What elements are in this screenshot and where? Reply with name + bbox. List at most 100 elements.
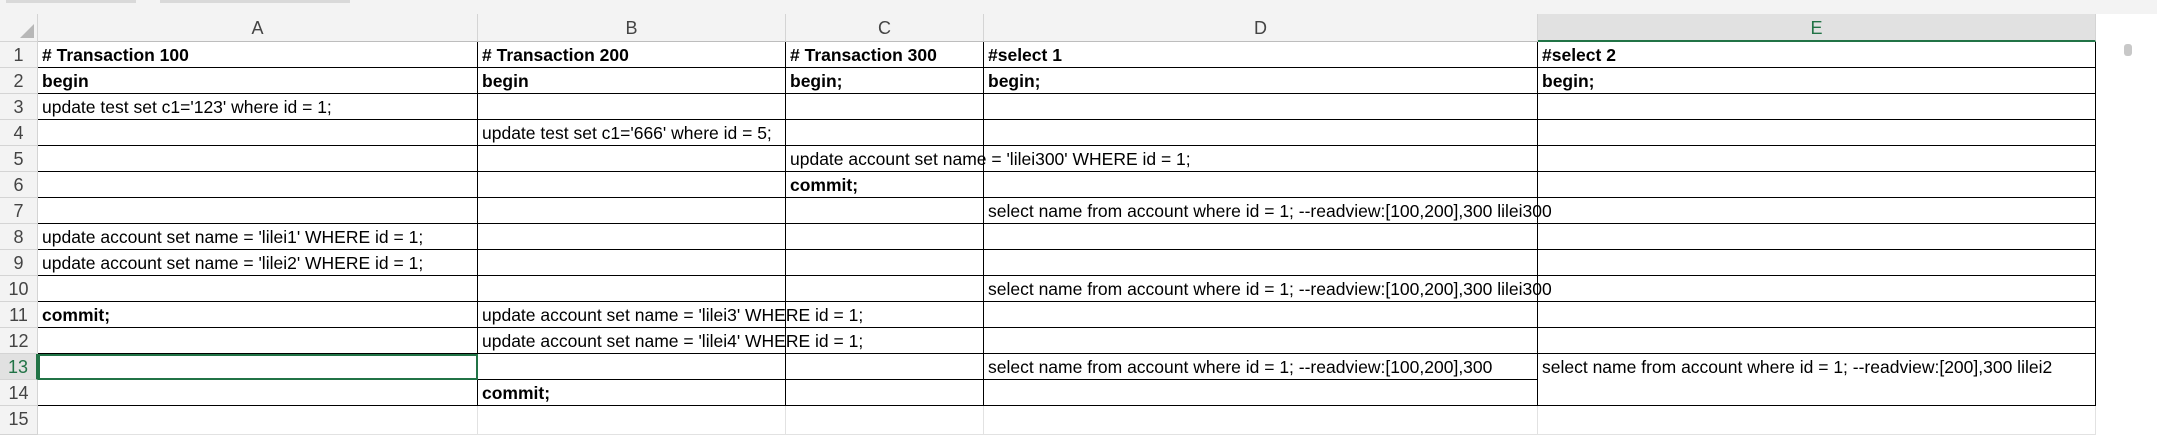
- cell-d13[interactable]: select name from account where id = 1; -…: [984, 354, 1538, 380]
- spreadsheet: A B C D E 1 2 3 4 5 6 7 8 9 10 11 12 13 …: [0, 0, 2157, 435]
- cell-d14[interactable]: [984, 380, 1538, 406]
- row-header-15[interactable]: 15: [0, 406, 38, 435]
- cell-c8[interactable]: [786, 224, 984, 250]
- cell-d5[interactable]: [984, 146, 1538, 172]
- cell-c4[interactable]: [786, 120, 984, 146]
- cell-d10[interactable]: select name from account where id = 1; -…: [984, 276, 1552, 302]
- cell-b7[interactable]: [478, 198, 786, 224]
- row-header-2[interactable]: 2: [0, 68, 38, 94]
- column-header-b[interactable]: B: [478, 14, 786, 42]
- row-header-14[interactable]: 14: [0, 380, 38, 406]
- column-header-c[interactable]: C: [786, 14, 984, 42]
- cell-c14[interactable]: [786, 380, 984, 406]
- cell-b14[interactable]: commit;: [478, 380, 786, 406]
- cell-a6[interactable]: [38, 172, 478, 198]
- cell-a14[interactable]: [38, 380, 478, 406]
- cell-e10[interactable]: [1538, 276, 2096, 302]
- row-header-9[interactable]: 9: [0, 250, 38, 276]
- cell-a11[interactable]: commit;: [38, 302, 478, 328]
- column-header-a[interactable]: A: [38, 14, 478, 42]
- cell-c3[interactable]: [786, 94, 984, 120]
- cell-a5[interactable]: [38, 146, 478, 172]
- cell-e2[interactable]: begin;: [1538, 68, 2096, 94]
- cell-a10[interactable]: [38, 276, 478, 302]
- cell-b1[interactable]: # Transaction 200: [478, 42, 786, 68]
- cell-d7[interactable]: select name from account where id = 1; -…: [984, 198, 1552, 224]
- cell-c9[interactable]: [786, 250, 984, 276]
- cell-a12[interactable]: [38, 328, 478, 354]
- cell-e5[interactable]: [1538, 146, 2096, 172]
- cell-a13-active[interactable]: [38, 354, 478, 380]
- cell-c10[interactable]: [786, 276, 984, 302]
- cell-e4[interactable]: [1538, 120, 2096, 146]
- cell-c6[interactable]: commit;: [786, 172, 984, 198]
- cell-a4[interactable]: [38, 120, 478, 146]
- cell-b8[interactable]: [478, 224, 786, 250]
- cell-a2[interactable]: begin: [38, 68, 478, 94]
- tab-stub: [160, 0, 350, 3]
- cell-c5[interactable]: update account set name = 'lilei300' WHE…: [786, 146, 1191, 172]
- cell-b5[interactable]: [478, 146, 786, 172]
- row-header-1[interactable]: 1: [0, 42, 38, 68]
- cell-c15[interactable]: [786, 406, 984, 435]
- cell-a7[interactable]: [38, 198, 478, 224]
- cell-e12[interactable]: [1538, 328, 2096, 354]
- cell-c1[interactable]: # Transaction 300: [786, 42, 984, 68]
- vertical-scroll-area[interactable]: [2096, 14, 2157, 435]
- row-header-7[interactable]: 7: [0, 198, 38, 224]
- cell-b4[interactable]: update test set c1='666' where id = 5;: [478, 120, 786, 146]
- cell-b3[interactable]: [478, 94, 786, 120]
- cell-b9[interactable]: [478, 250, 786, 276]
- cell-a15[interactable]: [38, 406, 478, 435]
- cell-d3[interactable]: [984, 94, 1538, 120]
- column-header-e[interactable]: E: [1538, 14, 2096, 42]
- cell-a9[interactable]: update account set name = 'lilei2' WHERE…: [38, 250, 478, 276]
- cell-c13[interactable]: [786, 354, 984, 380]
- cell-d1[interactable]: #select 1: [984, 42, 1538, 68]
- cell-b13[interactable]: [478, 354, 786, 380]
- select-all-button[interactable]: [0, 14, 38, 42]
- cell-d9[interactable]: [984, 250, 1538, 276]
- cell-b10[interactable]: [478, 276, 786, 302]
- cell-a1[interactable]: # Transaction 100: [38, 42, 478, 68]
- row-header-8[interactable]: 8: [0, 224, 38, 250]
- row-header-3[interactable]: 3: [0, 94, 38, 120]
- cell-d12[interactable]: [984, 328, 1538, 354]
- cell-e6[interactable]: [1538, 172, 2096, 198]
- cell-b12[interactable]: update account set name = 'lilei4' WHERE…: [478, 328, 863, 354]
- cell-d15[interactable]: [984, 406, 1538, 435]
- cell-b15[interactable]: [478, 406, 786, 435]
- cell-c7[interactable]: [786, 198, 984, 224]
- cell-b6[interactable]: [478, 172, 786, 198]
- cell-c2[interactable]: begin;: [786, 68, 984, 94]
- cell-a3[interactable]: update test set c1='123' where id = 1;: [38, 94, 478, 120]
- cell-d4[interactable]: [984, 120, 1538, 146]
- column-header-d[interactable]: D: [984, 14, 1538, 42]
- cell-e1[interactable]: #select 2: [1538, 42, 2096, 68]
- cell-e15[interactable]: [1538, 406, 2096, 435]
- cell-e11[interactable]: [1538, 302, 2096, 328]
- cell-a8[interactable]: update account set name = 'lilei1' WHERE…: [38, 224, 478, 250]
- cell-b11[interactable]: update account set name = 'lilei3' WHERE…: [478, 302, 863, 328]
- row-header-11[interactable]: 11: [0, 302, 38, 328]
- row-header-12[interactable]: 12: [0, 328, 38, 354]
- cell-b2[interactable]: begin: [478, 68, 786, 94]
- cell-e8[interactable]: [1538, 224, 2096, 250]
- cell-e3[interactable]: [1538, 94, 2096, 120]
- row-header-6[interactable]: 6: [0, 172, 38, 198]
- ribbon-edge: [0, 0, 2157, 15]
- cell-d6[interactable]: [984, 172, 1538, 198]
- cell-e13[interactable]: select name from account where id = 1; -…: [1538, 354, 2096, 406]
- cell-d2[interactable]: begin;: [984, 68, 1538, 94]
- row-header-5[interactable]: 5: [0, 146, 38, 172]
- cell-c12[interactable]: [786, 328, 984, 354]
- cell-e7[interactable]: [1538, 198, 2096, 224]
- row-header-13[interactable]: 13: [0, 354, 38, 380]
- cell-d11[interactable]: [984, 302, 1538, 328]
- cell-e9[interactable]: [1538, 250, 2096, 276]
- row-header-10[interactable]: 10: [0, 276, 38, 302]
- cell-d8[interactable]: [984, 224, 1538, 250]
- scrollbar-thumb[interactable]: [2124, 44, 2132, 56]
- row-header-4[interactable]: 4: [0, 120, 38, 146]
- cell-c11[interactable]: [786, 302, 984, 328]
